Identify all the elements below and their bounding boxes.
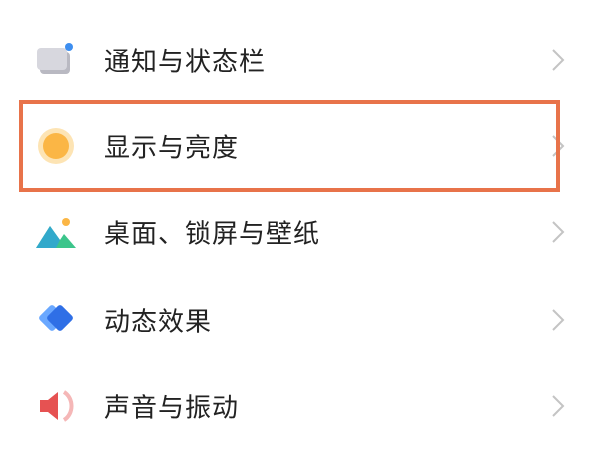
display-brightness-icon xyxy=(34,124,78,168)
settings-item-sound[interactable]: 声音与振动 xyxy=(0,366,600,446)
settings-item-display[interactable]: 显示与亮度 xyxy=(0,106,600,186)
settings-item-notifications[interactable]: 通知与状态栏 xyxy=(0,20,600,100)
settings-item-label: 显示与亮度 xyxy=(104,133,240,164)
chevron-right-icon xyxy=(548,47,568,73)
settings-list: 通知与状态栏 显示与亮度 桌面、锁屏与壁纸 动态效果 声音与振动 xyxy=(0,0,600,450)
settings-item-motion[interactable]: 动态效果 xyxy=(0,280,600,360)
wallpaper-icon xyxy=(34,210,78,254)
chevron-right-icon xyxy=(548,133,568,159)
settings-item-label: 通知与状态栏 xyxy=(104,47,267,78)
settings-item-label: 桌面、锁屏与壁纸 xyxy=(104,219,321,250)
settings-item-wallpaper[interactable]: 桌面、锁屏与壁纸 xyxy=(0,192,600,272)
notification-bar-icon xyxy=(34,38,78,82)
settings-item-label: 声音与振动 xyxy=(104,393,240,424)
chevron-right-icon xyxy=(548,393,568,419)
motion-effects-icon xyxy=(34,298,78,342)
settings-item-label: 动态效果 xyxy=(104,307,213,338)
chevron-right-icon xyxy=(548,307,568,333)
chevron-right-icon xyxy=(548,219,568,245)
sound-vibration-icon xyxy=(34,384,78,428)
